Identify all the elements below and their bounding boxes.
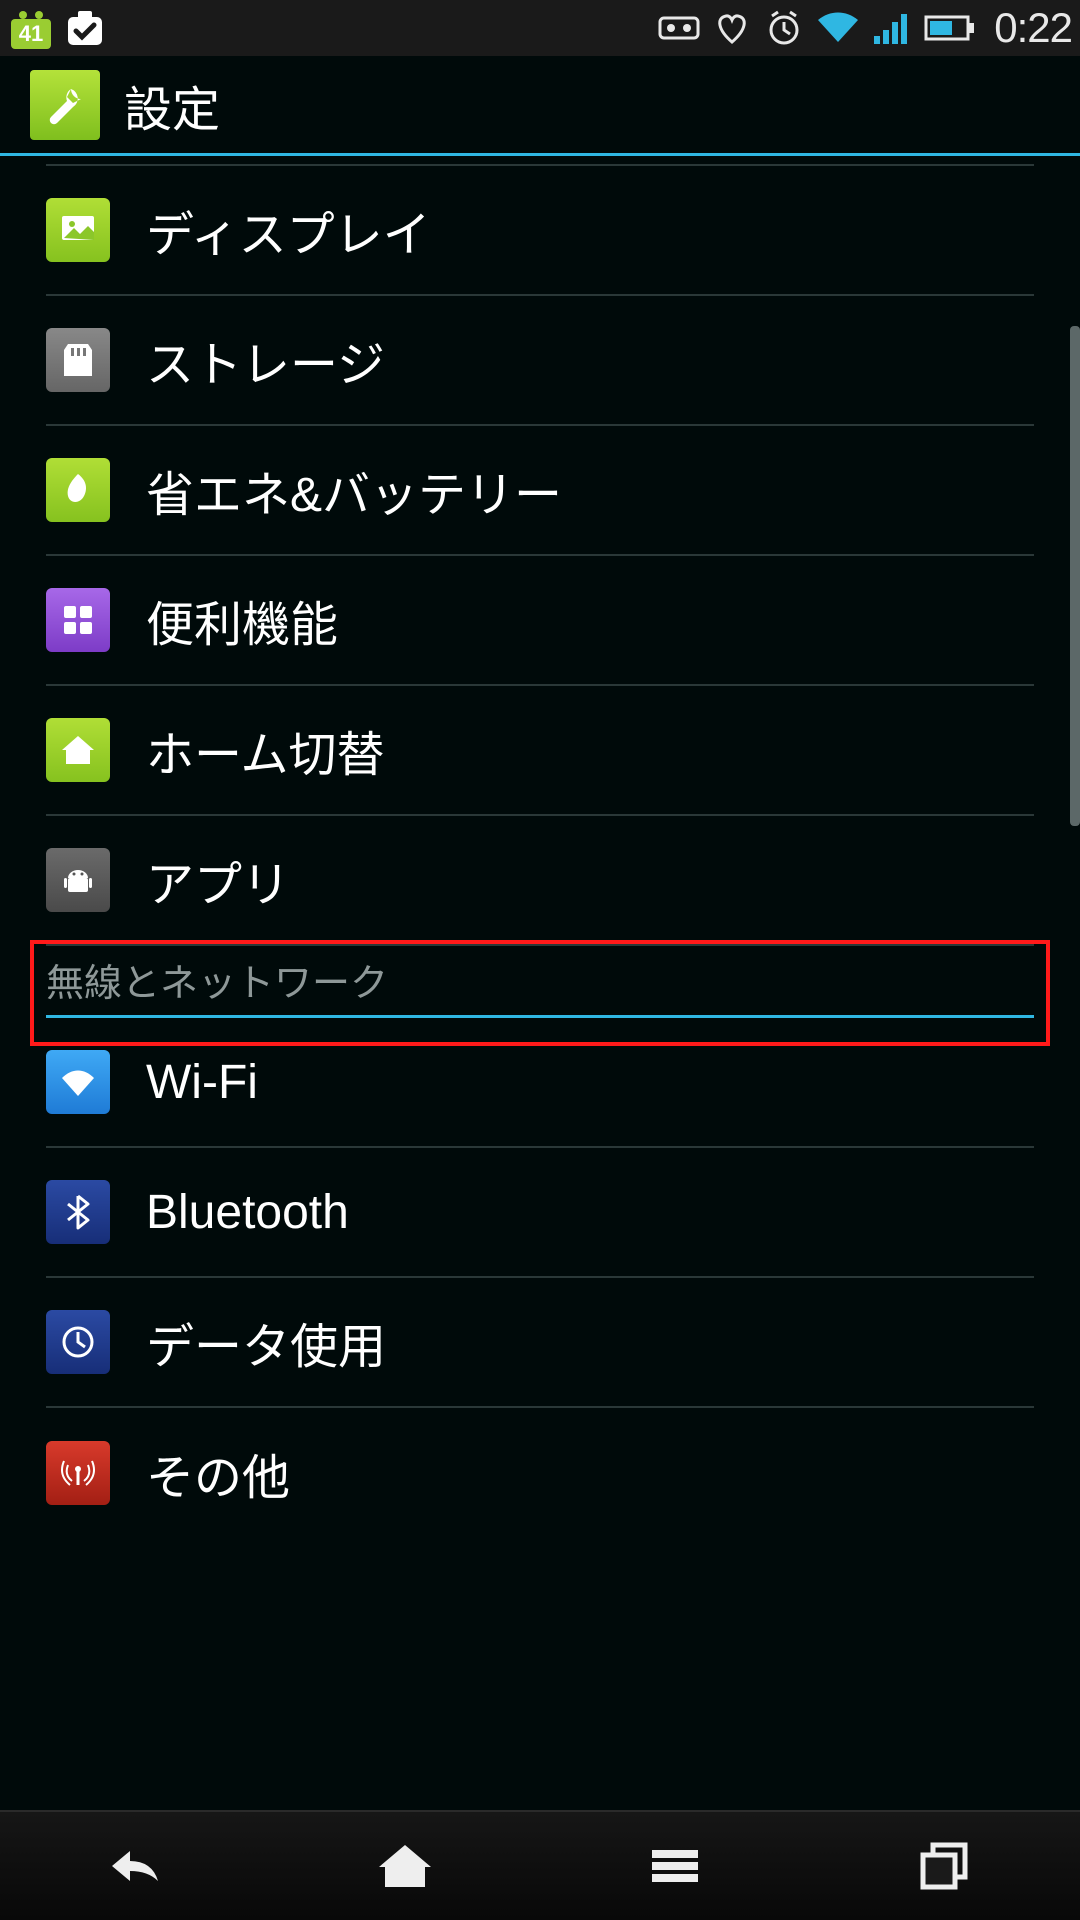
status-time: 0:22 (994, 4, 1072, 52)
home-icon (46, 718, 110, 782)
settings-item-utilities[interactable]: 便利機能 (46, 556, 1034, 686)
grid-icon (46, 588, 110, 652)
alarm-icon (764, 8, 804, 48)
item-label: Bluetooth (146, 1185, 349, 1240)
nav-back-button[interactable] (0, 1812, 270, 1920)
settings-item-more[interactable]: その他 (46, 1408, 1034, 1538)
section-label: 無線とネットワーク (46, 952, 388, 1007)
status-left: 41 (8, 5, 108, 51)
settings-item-wifi[interactable]: Wi-Fi (46, 1018, 1034, 1148)
apps-icon (46, 848, 110, 912)
settings-item-data[interactable]: データ使用 (46, 1278, 1034, 1408)
settings-item-apps[interactable]: アプリ (46, 816, 1034, 946)
item-label: その他 (146, 1438, 290, 1508)
navigation-bar (0, 1810, 1080, 1920)
item-label: 便利機能 (146, 585, 338, 655)
settings-header: 設定 (0, 56, 1080, 156)
svg-text:41: 41 (19, 21, 43, 46)
data-icon (46, 1310, 110, 1374)
settings-item-partial[interactable] (46, 156, 1034, 166)
settings-item-bluetooth[interactable]: Bluetooth (46, 1148, 1034, 1278)
settings-list-container: ディスプレイ ストレージ 省エネ&バッテリー 便利機能 ホーム切替 (0, 156, 1080, 1810)
briefcase-check-icon (62, 5, 108, 51)
settings-item-home-switch[interactable]: ホーム切替 (46, 686, 1034, 816)
settings-item-storage[interactable]: ストレージ (46, 296, 1034, 426)
android-badge-icon: 41 (8, 5, 54, 51)
battery-status-icon (924, 13, 976, 43)
more-icon (46, 1441, 110, 1505)
settings-list[interactable]: ディスプレイ ストレージ 省エネ&バッテリー 便利機能 ホーム切替 (0, 156, 1080, 1538)
wifi-icon (46, 1050, 110, 1114)
wrench-icon (30, 70, 100, 140)
nav-menu-button[interactable] (540, 1812, 810, 1920)
settings-item-display[interactable]: ディスプレイ (46, 166, 1034, 296)
vr-icon (658, 12, 700, 44)
item-label: 省エネ&バッテリー (146, 455, 562, 525)
signal-icon (872, 10, 912, 46)
wifi-status-icon (816, 10, 860, 46)
item-label: ディスプレイ (146, 195, 431, 265)
heart-sync-icon (712, 10, 752, 46)
item-label: ホーム切替 (146, 715, 385, 785)
storage-icon (46, 328, 110, 392)
item-label: ストレージ (146, 325, 385, 395)
nav-recent-button[interactable] (810, 1812, 1080, 1920)
status-right: 0:22 (658, 4, 1072, 52)
battery-icon (46, 458, 110, 522)
item-label: データ使用 (146, 1307, 386, 1377)
section-header-network: 無線とネットワーク (46, 946, 1034, 1018)
item-label: Wi-Fi (146, 1055, 258, 1110)
display-icon (46, 198, 110, 262)
status-bar: 41 0:22 (0, 0, 1080, 56)
page-title: 設定 (124, 70, 220, 140)
bluetooth-icon (46, 1180, 110, 1244)
nav-home-button[interactable] (270, 1812, 540, 1920)
settings-item-battery[interactable]: 省エネ&バッテリー (46, 426, 1034, 556)
item-label: アプリ (146, 845, 290, 915)
